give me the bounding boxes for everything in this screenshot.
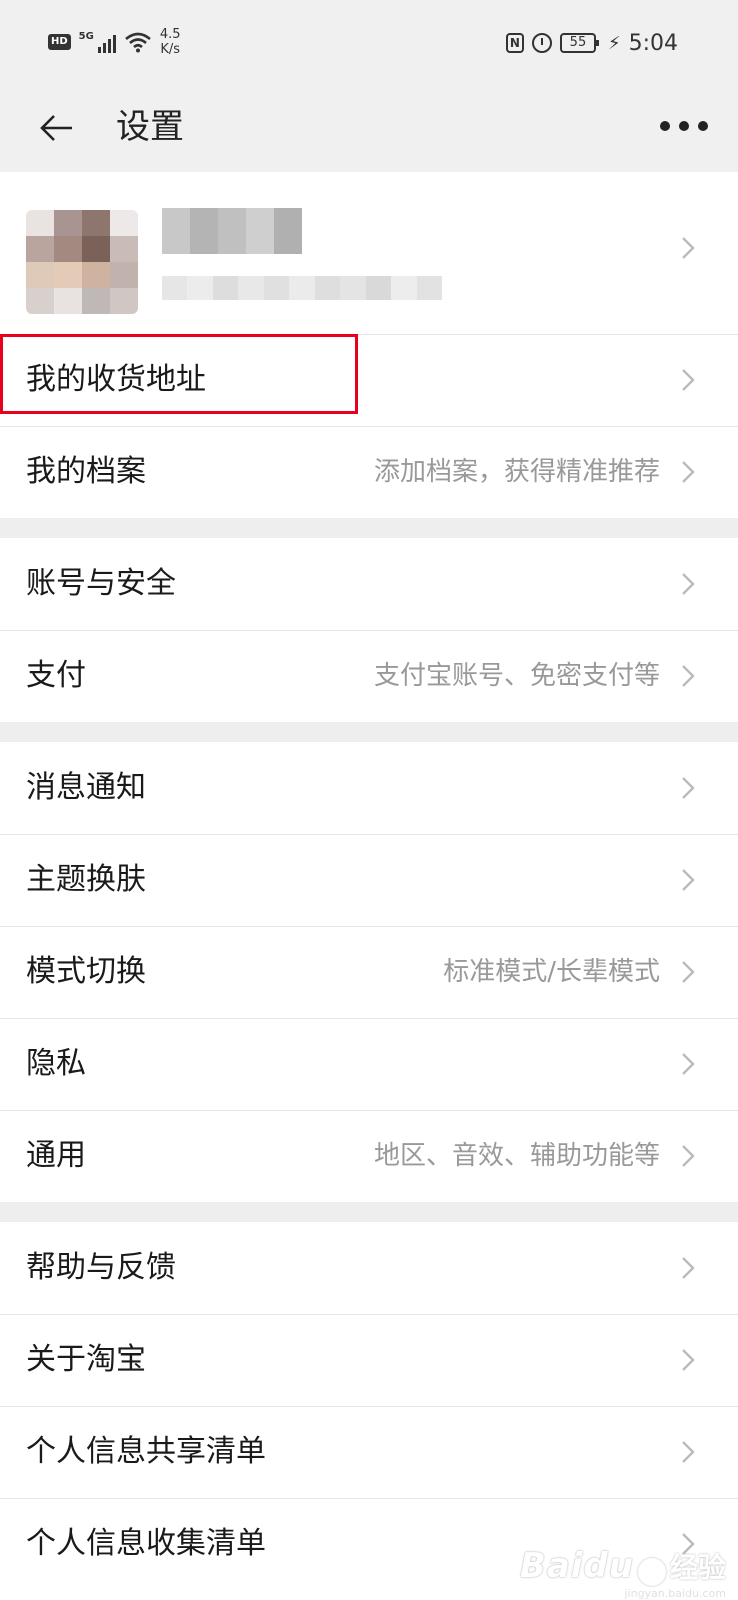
status-bar-right: N 55 ⚡ 5:04 <box>505 28 678 58</box>
chevron-right-icon <box>682 869 695 891</box>
menu-item-hint: 支付宝账号、免密支付等 <box>373 661 660 691</box>
menu-item-shipping-address[interactable]: 我的收货地址 <box>0 334 738 426</box>
menu-item-hint: 标准模式/长辈模式 <box>443 957 660 987</box>
account-profile-card[interactable] <box>0 172 738 342</box>
menu-item-info-sharing-list[interactable]: 个人信息共享清单 <box>0 1406 738 1498</box>
menu-item-privacy[interactable]: 隐私 <box>0 1018 738 1110</box>
menu-item-label: 个人信息收集清单 <box>26 1526 266 1561</box>
menu-item-label: 模式切换 <box>26 954 146 989</box>
charging-icon: ⚡ <box>607 32 621 54</box>
watermark-brand: Baidu <box>519 1546 634 1586</box>
more-options-icon[interactable] <box>660 114 708 138</box>
menu-item-payment[interactable]: 支付 支付宝账号、免密支付等 <box>0 630 738 722</box>
chevron-right-icon <box>682 573 695 595</box>
menu-item-my-profile[interactable]: 我的档案 添加档案，获得精准推荐 <box>0 426 738 518</box>
chevron-right-icon <box>682 1257 695 1279</box>
network-speed-unit: K/s <box>160 42 181 57</box>
hd-voice-icon: HD <box>48 34 71 50</box>
menu-item-label: 消息通知 <box>26 770 146 805</box>
account-id-blurred <box>162 276 442 300</box>
status-bar-left: HD 5G 4.5 K/s <box>48 24 181 60</box>
menu-item-mode-switch[interactable]: 模式切换 标准模式/长辈模式 <box>0 926 738 1018</box>
chevron-right-icon <box>682 1349 695 1371</box>
menu-item-label: 隐私 <box>26 1046 86 1081</box>
section-divider <box>0 518 738 538</box>
back-arrow-icon[interactable] <box>38 108 78 148</box>
menu-item-about-taobao[interactable]: 关于淘宝 <box>0 1314 738 1406</box>
chevron-right-icon <box>682 1145 695 1167</box>
menu-item-label: 主题换肤 <box>26 862 146 897</box>
app-header: 设置 <box>0 82 738 172</box>
menu-item-notifications[interactable]: 消息通知 <box>0 742 738 834</box>
page-title: 设置 <box>116 107 184 147</box>
watermark-cn: 经验 <box>669 1551 726 1584</box>
chevron-right-icon <box>682 369 695 391</box>
menu-item-label: 通用 <box>26 1138 86 1173</box>
watermark-site: jingyan.baidu.com <box>624 1587 726 1600</box>
menu-item-account-security[interactable]: 账号与安全 <box>0 538 738 630</box>
alarm-icon <box>531 33 552 53</box>
menu-item-label: 帮助与反馈 <box>26 1250 176 1285</box>
username-blurred <box>162 208 302 254</box>
battery-icon: 55 <box>559 33 599 53</box>
wifi-icon <box>125 32 151 53</box>
cellular-signal-icon: 5G <box>79 31 116 53</box>
baidu-paw-icon <box>637 1558 666 1586</box>
section-divider <box>0 1202 738 1222</box>
chevron-right-icon <box>682 237 695 259</box>
chevron-right-icon <box>682 777 695 799</box>
chevron-right-icon <box>682 461 695 483</box>
menu-item-label: 我的收货地址 <box>26 362 206 397</box>
menu-item-label: 关于淘宝 <box>26 1342 146 1377</box>
menu-item-label: 账号与安全 <box>26 566 176 601</box>
chevron-right-icon <box>682 1441 695 1463</box>
network-speed-value: 4.5 <box>159 27 181 42</box>
nfc-icon: N <box>505 33 524 53</box>
menu-item-label: 个人信息共享清单 <box>26 1434 266 1469</box>
clock: 5:04 <box>628 30 678 56</box>
menu-item-general[interactable]: 通用 地区、音效、辅助功能等 <box>0 1110 738 1202</box>
menu-item-help-feedback[interactable]: 帮助与反馈 <box>0 1222 738 1314</box>
chevron-right-icon <box>682 961 695 983</box>
network-speed: 4.5 K/s <box>160 27 181 57</box>
network-type-label: 5G <box>78 31 94 42</box>
menu-item-hint: 添加档案，获得精准推荐 <box>373 457 660 487</box>
status-bar: HD 5G 4.5 K/s N 55 ⚡ 5:04 <box>0 0 738 82</box>
menu-item-label: 我的档案 <box>26 454 146 489</box>
baidu-jingyan-watermark: Baidu 经验 jingyan.baidu.com <box>519 1546 726 1600</box>
menu-item-label: 支付 <box>26 658 86 693</box>
chevron-right-icon <box>682 1053 695 1075</box>
avatar <box>26 210 138 314</box>
section-divider <box>0 722 738 742</box>
chevron-right-icon <box>682 665 695 687</box>
menu-item-theme[interactable]: 主题换肤 <box>0 834 738 926</box>
menu-item-hint: 地区、音效、辅助功能等 <box>373 1141 660 1171</box>
